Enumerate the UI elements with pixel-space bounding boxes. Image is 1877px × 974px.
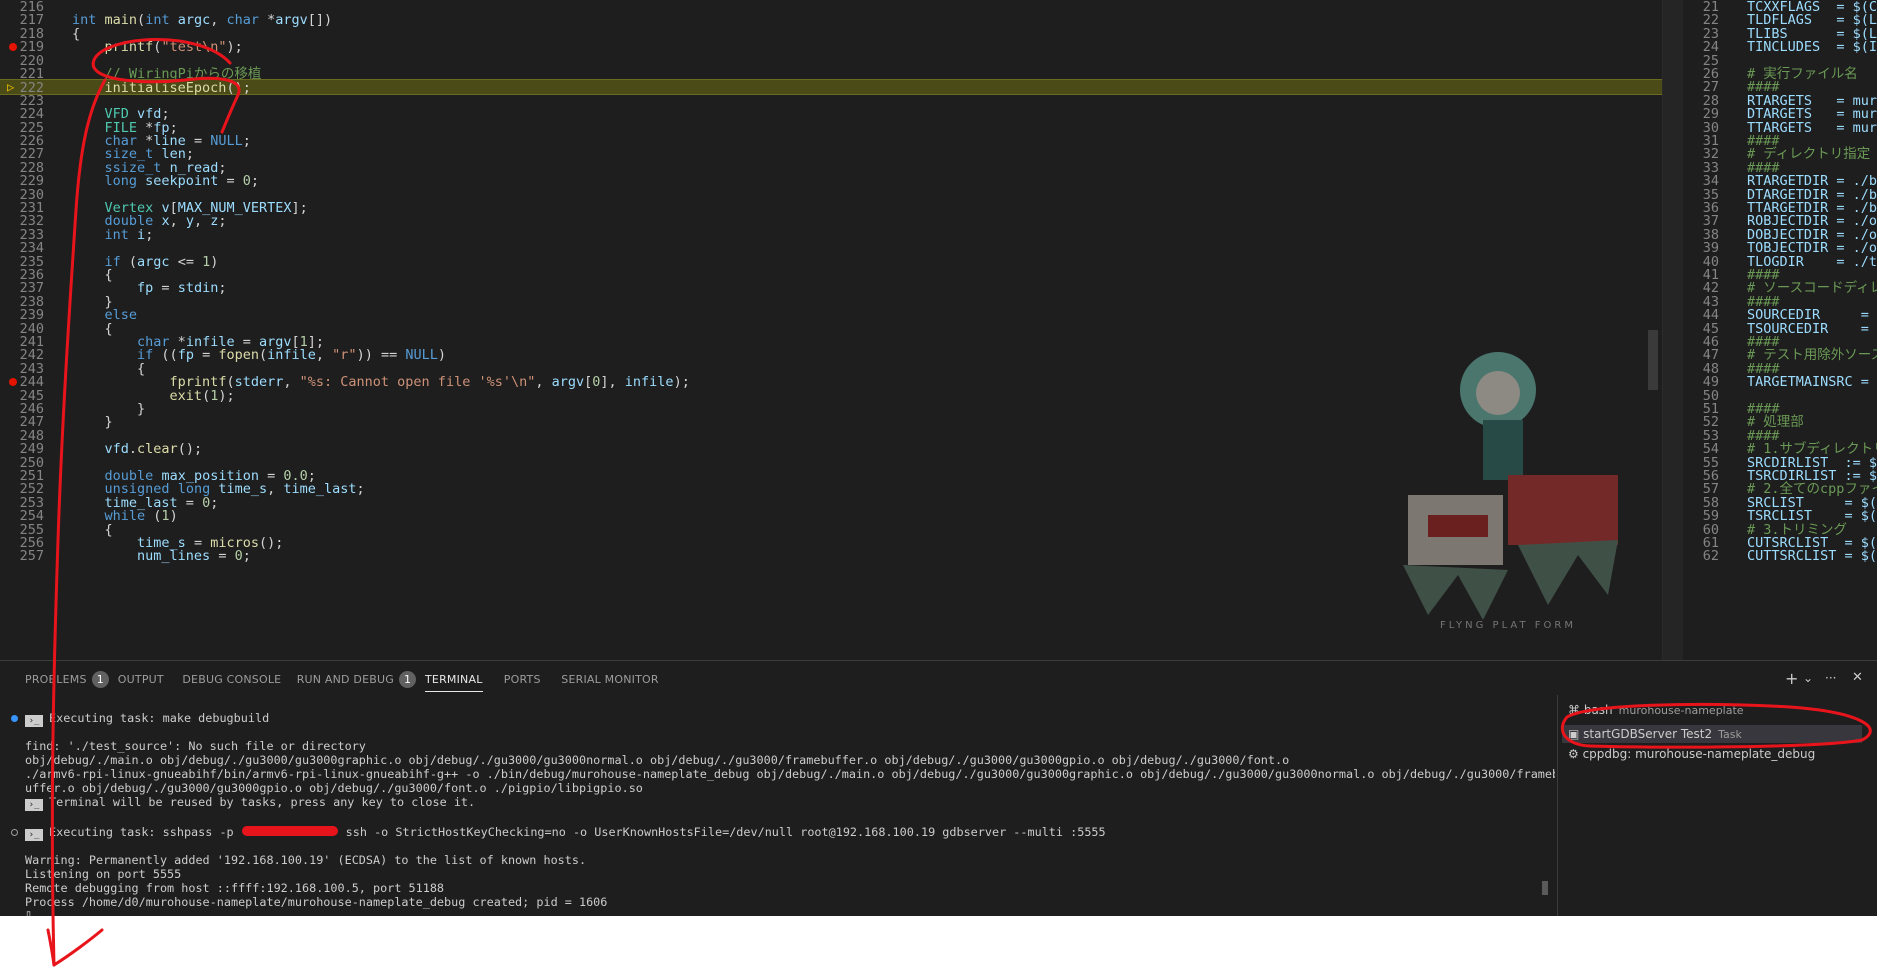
task-status-running-icon — [11, 829, 18, 836]
listening-line: Listening on port 5555 — [25, 867, 182, 881]
redaction-mark — [241, 826, 338, 836]
terminal-name: cppdbg: murohouse-nameplate_debug — [1582, 747, 1816, 761]
line-number[interactable]: 62 — [1683, 548, 1719, 564]
editor-scrollbar[interactable] — [1648, 330, 1658, 390]
task-status-blue-icon — [11, 715, 18, 722]
terminal-prompt-icon: ›_ — [25, 829, 43, 841]
tab-badge: 1 — [399, 671, 416, 688]
task-line-1: Executing task: make debugbuild — [49, 711, 270, 725]
remote-debug-line: Remote debugging from host ::ffff:192.16… — [25, 881, 445, 895]
terminal-name: bash — [1583, 703, 1613, 717]
tab-problems[interactable]: PROBLEMS — [25, 673, 87, 686]
tab-serial-monitor[interactable]: SERIAL MONITOR — [561, 673, 658, 686]
makefile-gutter — [1663, 0, 1683, 660]
chevron-down-icon[interactable]: ⌄ — [1803, 671, 1813, 685]
makefile-line[interactable]: 62 CUTTSRCLIST = $(sub — [1683, 548, 1877, 564]
build-line-1: obj/debug/./main.o obj/debug/./gu3000/gu… — [25, 753, 1290, 767]
build-line-2: ./armv6-rpi-linux-gnueabihf/bin/armv6-rp… — [25, 767, 1555, 781]
panel-tabs: PROBLEMS 1 OUTPUT DEBUG CONSOLE RUN AND DEBU… — [0, 661, 1500, 695]
code-editor[interactable]: 216 217 int main(int argc, char *argv[]) 21… — [0, 0, 1662, 660]
terminal-list-item[interactable]: ▣ startGDBServer Test2 Task — [1562, 725, 1862, 743]
find-error-line: find: './test_source': No such file or d… — [25, 739, 366, 753]
shell-icon: ⌘ — [1568, 703, 1584, 717]
terminal-output[interactable]: ›_ Executing task: make debugbuild find: … — [0, 695, 1555, 916]
terminal-name: startGDBServer Test2 — [1583, 727, 1713, 741]
tab-ports[interactable]: PORTS — [504, 673, 541, 686]
tab-run-and-debug[interactable]: RUN AND DEBUG — [297, 673, 394, 686]
more-actions-icon[interactable]: ··· — [1825, 671, 1836, 685]
line-number[interactable]: 257 — [0, 548, 44, 564]
warning-line: Warning: Permanently added '192.168.100.… — [25, 853, 587, 867]
terminal-subtitle: Task — [1718, 728, 1742, 741]
tab-debug-console[interactable]: DEBUG CONSOLE — [182, 673, 281, 686]
task-line-2-suffix: ssh -o StrictHostKeyChecking=no -o UserK… — [345, 825, 1106, 839]
new-terminal-icon[interactable]: + — [1785, 669, 1798, 688]
task-line-2-prefix: Executing task: sshpass -p — [49, 825, 234, 839]
task-icon: ▣ — [1568, 727, 1584, 741]
reuse-line: Terminal will be reused by tasks, press … — [49, 795, 476, 809]
build-line-3: uffer.o obj/debug/./gu3000/gu3000gpio.o … — [25, 781, 643, 795]
bottom-panel: PROBLEMS 1 OUTPUT DEBUG CONSOLE RUN AND DEBU… — [0, 660, 1877, 916]
terminal-cursor[interactable]: ▯ — [25, 907, 32, 916]
process-created-line: Process /home/d0/murohouse-nameplate/mur… — [25, 895, 608, 909]
tab-terminal[interactable]: TERMINAL — [425, 673, 483, 692]
tab-output[interactable]: OUTPUT — [118, 673, 164, 686]
mascot-caption: FLYNG PLAT FORM — [1440, 620, 1576, 631]
terminal-prompt-icon: ›_ — [25, 715, 43, 727]
tab-badge: 1 — [91, 671, 109, 688]
mascot-illustration: FLYNG PLAT FORM — [1403, 352, 1618, 631]
terminal-prompt-icon: ›_ — [25, 799, 43, 811]
terminal-scrollbar[interactable] — [1542, 881, 1548, 895]
terminal-list-item[interactable]: ⚙ cppdbg: murohouse-nameplate_debug — [1568, 747, 1815, 761]
makefile-editor[interactable]: 21TCXXFLAGS = $(CXXF22TLDFLAGS = $(LDFL2… — [1662, 0, 1877, 660]
terminal-subtitle: murohouse-nameplate — [1618, 704, 1744, 717]
makefile-text[interactable]: CUTTSRCLIST = $(sub — [1747, 548, 1877, 564]
close-panel-icon[interactable]: ✕ — [1852, 670, 1863, 685]
terminal-list-item[interactable]: ⌘ bash murohouse-nameplate — [1568, 703, 1744, 717]
debug-icon: ⚙ — [1568, 747, 1583, 761]
code-text[interactable]: num_lines = 0; — [72, 548, 251, 564]
terminal-list: ⌘ bash murohouse-nameplate ▣ startGDBServe… — [1557, 695, 1877, 916]
